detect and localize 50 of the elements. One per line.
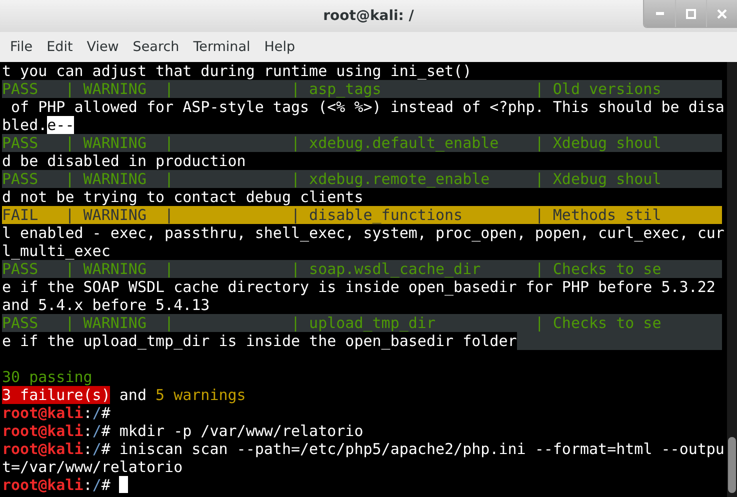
prompt-user: root@kali: [2, 422, 84, 440]
terminal-text: t=/var/www/relatorio: [2, 458, 183, 476]
terminal-text: #: [101, 404, 110, 422]
menu-item[interactable]: Search: [126, 39, 186, 55]
selected-text: e--: [47, 116, 74, 134]
maximize-icon: [686, 8, 696, 18]
prompt-path: /: [92, 476, 102, 494]
terminal-text: # mkdir -p /var/www/relatorio: [101, 422, 364, 440]
minimize-icon: [656, 12, 664, 15]
result-text: PASS | WARNING | | xdebug.remote_enable | Xdebug shoul: [2, 170, 662, 188]
prompt-path: /: [92, 422, 102, 440]
menu-item[interactable]: View: [80, 39, 125, 55]
prompt-user: root@kali: [2, 440, 84, 458]
terminal-text: :: [83, 404, 92, 422]
terminal-text: t you can adjust that during runtime using ini_set(): [2, 62, 472, 80]
prompt-user: root@kali: [2, 404, 84, 422]
prompt-path: /: [92, 440, 102, 458]
menu-item[interactable]: Edit: [40, 39, 79, 55]
failure-count: 3 failure(s): [2, 386, 110, 404]
scrollbar[interactable]: [727, 62, 737, 497]
terminal-text: and 5.4.x before 5.4.13: [2, 296, 210, 314]
result-text: FAIL | WARNING | | disable_functions | Methods stil: [2, 206, 662, 224]
close-icon: [717, 8, 727, 18]
menu-item[interactable]: File: [4, 39, 39, 55]
result-text: PASS | WARNING | | xdebug.default_enable | Xdebug shoul: [2, 134, 662, 152]
result-text: PASS | WARNING | | soap.wsdl_cache_dir | Checks to se: [2, 260, 662, 278]
terminal-text: d be disabled in production: [2, 152, 246, 170]
window-title: root@kali: /: [323, 8, 414, 24]
terminal-text: of PHP allowed for ASP-style tags (<% %>) instead of <?php. This should be disa: [10, 98, 724, 116]
warning-count: 5 warnings: [156, 386, 246, 404]
terminal-text: l_multi_exec: [2, 242, 110, 260]
terminal-text: :: [83, 440, 92, 458]
terminal-text: l enabled - exec, passthru, shell_exec, system, proc_open, popen, curl_exec, cur: [2, 224, 724, 242]
menu-item[interactable]: Terminal: [187, 39, 256, 55]
terminal-text: :: [83, 476, 92, 494]
terminal-text: # iniscan scan --path=/etc/php5/apache2/php.ini --format=html --outpu: [101, 440, 724, 458]
result-text: PASS | WARNING | | asp_tags | Old versions: [2, 80, 662, 98]
menu-item[interactable]: Help: [258, 39, 302, 55]
prompt-user: root@kali: [2, 476, 84, 494]
terminal-text: :: [83, 422, 92, 440]
result-text: PASS | WARNING | | upload_tmp_dir | Checks to se: [2, 314, 662, 332]
terminal-text: bled.: [2, 116, 48, 134]
result-text: 30 passing: [2, 368, 92, 386]
terminal-text: e if the SOAP WSDL cache directory is inside open_basedir for PHP before 5.3.22: [2, 278, 716, 296]
terminal-text: d not be trying to contact debug clients: [2, 188, 364, 206]
terminal-text: e if the upload_tmp_dir is inside the open_basedir folder: [2, 332, 517, 350]
terminal-text: #: [101, 476, 112, 494]
scrollbar-thumb[interactable]: [728, 437, 736, 493]
terminal-text: and: [118, 386, 148, 404]
prompt-path: /: [92, 404, 102, 422]
